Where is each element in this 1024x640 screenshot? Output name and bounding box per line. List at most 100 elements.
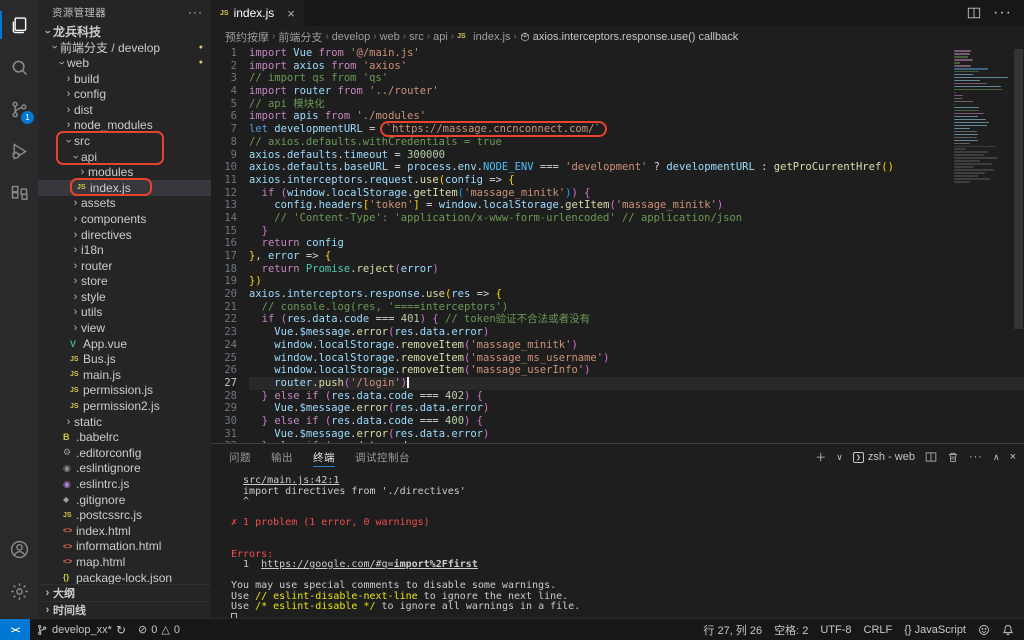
tree-item-.eslintignore[interactable]: ◉.eslintignore	[38, 461, 211, 477]
tree-item-龙兵科技[interactable]: ›龙兵科技	[38, 24, 211, 40]
split-editor-icon[interactable]	[967, 6, 981, 20]
tree-item-build[interactable]: ›build	[38, 71, 211, 87]
code-line-24[interactable]: window.localStorage.removeItem('massage_…	[249, 339, 1024, 352]
tree-item-index.html[interactable]: <>index.html	[38, 523, 211, 539]
code-line-26[interactable]: window.localStorage.removeItem('massage_…	[249, 364, 1024, 377]
problems-item[interactable]: ⊘ 0 △ 0	[132, 619, 186, 640]
tab-problems[interactable]: 问题	[229, 444, 251, 470]
code-line-11[interactable]: axios.interceptors.request.use(config =>…	[249, 174, 1024, 187]
tree-item-utils[interactable]: ›utils	[38, 305, 211, 321]
extensions-icon[interactable]	[0, 172, 38, 214]
tree-item-map.html[interactable]: <>map.html	[38, 554, 211, 570]
tree-item-node_modules[interactable]: ›node_modules	[38, 118, 211, 134]
tree-item-style[interactable]: ›style	[38, 289, 211, 305]
search-icon[interactable]	[0, 46, 38, 88]
minimap[interactable]	[954, 47, 1012, 184]
code-line-21[interactable]: // console.log(res, '====interceptors')	[249, 301, 1024, 314]
code-line-7[interactable]: let developmentURL = `https://massage.cn…	[249, 123, 1024, 136]
code-line-31[interactable]: Vue.$message.error(res.data.error)	[249, 428, 1024, 441]
account-icon[interactable]	[0, 528, 38, 570]
code-line-28[interactable]: } else if (res.data.code === 402) {	[249, 390, 1024, 403]
tree-item-assets[interactable]: ›assets	[38, 196, 211, 212]
tree-item-package-lock.json[interactable]: {}package-lock.json	[38, 570, 211, 584]
tab-index-js[interactable]: JS index.js ×	[211, 0, 304, 26]
code-line-22[interactable]: if (res.data.code === 401) { // token验证不…	[249, 313, 1024, 326]
code-line-12[interactable]: if (window.localStorage.getItem('massage…	[249, 187, 1024, 200]
kill-terminal-trash-icon[interactable]	[947, 451, 959, 463]
tree-item-api[interactable]: ›api	[38, 149, 211, 165]
more-actions-icon[interactable]: ···	[993, 4, 1012, 22]
code-line-6[interactable]: import apis from './modules'	[249, 110, 1024, 123]
tree-item-Bus.js[interactable]: JSBus.js	[38, 351, 211, 367]
code-line-8[interactable]: // axios.defaults.withCredentials = true	[249, 136, 1024, 149]
tree-item-web[interactable]: ›web●	[38, 55, 211, 71]
tab-output[interactable]: 输出	[271, 444, 293, 470]
tree-item-i18n[interactable]: ›i18n	[38, 242, 211, 258]
breadcrumb-item-3[interactable]: develop	[332, 31, 371, 43]
code-line-4[interactable]: import router from '../router'	[249, 85, 1024, 98]
editor-scrollbar[interactable]	[1012, 47, 1024, 443]
code-line-17[interactable]: }, error => {	[249, 250, 1024, 263]
panel-more-icon[interactable]: ···	[969, 451, 983, 463]
breadcrumb-item-8[interactable]: axios.interceptors.response.use() callba…	[520, 31, 738, 43]
tree-item-.editorconfig[interactable]: ⚙.editorconfig	[38, 445, 211, 461]
outline-section[interactable]: › 大纲	[38, 584, 211, 601]
code-line-23[interactable]: Vue.$message.error(res.data.error)	[249, 326, 1024, 339]
tree-item-components[interactable]: ›components	[38, 211, 211, 227]
tree-item-.postcssrc.js[interactable]: JS.postcssrc.js	[38, 507, 211, 523]
code-line-15[interactable]: }	[249, 225, 1024, 238]
settings-gear-icon[interactable]	[0, 570, 38, 612]
tab-terminal[interactable]: 终端	[313, 444, 335, 470]
tree-item-src[interactable]: ›src	[38, 133, 211, 149]
code-line-10[interactable]: axios.defaults.baseURL = process.env.NOD…	[249, 161, 1024, 174]
tree-item-.eslintrc.js[interactable]: ◉.eslintrc.js	[38, 476, 211, 492]
breadcrumb-item-2[interactable]: 前端分支	[278, 29, 322, 45]
run-debug-icon[interactable]	[0, 130, 38, 172]
breadcrumb-item-6[interactable]: api	[433, 31, 448, 43]
tree-item-.babelrc[interactable]: B.babelrc	[38, 429, 211, 445]
terminal-dropdown-icon[interactable]: ∨	[836, 452, 843, 463]
close-panel-icon[interactable]: ×	[1010, 451, 1016, 463]
remote-indicator[interactable]: ><	[0, 619, 30, 640]
code-line-29[interactable]: Vue.$message.error(res.data.error)	[249, 402, 1024, 415]
tree-item-前端分支 / develop[interactable]: ›前端分支 / develop●	[38, 40, 211, 56]
code-line-30[interactable]: } else if (res.data.code === 400) {	[249, 415, 1024, 428]
split-terminal-icon[interactable]	[925, 451, 937, 463]
tree-item-store[interactable]: ›store	[38, 274, 211, 290]
code-editor[interactable]: 1234567891011121314151617181920212223242…	[211, 47, 1024, 443]
tree-item-index.js[interactable]: JSindex.js	[38, 180, 211, 196]
code-line-32[interactable]: } else if (res.data.code	[249, 440, 1024, 443]
eol-setting[interactable]: CRLF	[858, 624, 899, 636]
git-branch-item[interactable]: develop_xx* ↻	[30, 619, 132, 640]
terminal-output[interactable]: src/main.js:42:1 import directives from …	[211, 470, 1024, 618]
code-line-9[interactable]: axios.defaults.timeout = 300000	[249, 149, 1024, 162]
code-line-14[interactable]: // 'Content-Type': 'application/x-www-fo…	[249, 212, 1024, 225]
breadcrumb-item-4[interactable]: web	[380, 31, 400, 43]
new-terminal-icon[interactable]: ＋	[815, 449, 826, 465]
maximize-panel-icon[interactable]: ∧	[993, 452, 1000, 463]
tree-item-information.html[interactable]: <>information.html	[38, 539, 211, 555]
tree-item-view[interactable]: ›view	[38, 320, 211, 336]
cursor-position[interactable]: 行 27, 列 26	[697, 622, 768, 638]
tree-item-permission2.js[interactable]: JSpermission2.js	[38, 398, 211, 414]
breadcrumb-item-7[interactable]: JSindex.js	[457, 31, 510, 43]
tab-debug-console[interactable]: 调试控制台	[355, 444, 410, 470]
code-line-25[interactable]: window.localStorage.removeItem('massage_…	[249, 352, 1024, 365]
code-line-18[interactable]: return Promise.reject(error)	[249, 263, 1024, 276]
tree-item-static[interactable]: ›static	[38, 414, 211, 430]
code-line-2[interactable]: import axios from 'axios'	[249, 60, 1024, 73]
tab-close-icon[interactable]: ×	[287, 6, 295, 21]
feedback-icon[interactable]	[972, 624, 996, 636]
scrollbar-handle[interactable]	[1014, 49, 1023, 329]
tree-item-router[interactable]: ›router	[38, 258, 211, 274]
code-line-16[interactable]: return config	[249, 237, 1024, 250]
tree-item-main.js[interactable]: JSmain.js	[38, 367, 211, 383]
terminal-selector[interactable]: ❯ zsh - web	[853, 451, 915, 463]
sidebar-more-actions-icon[interactable]: ···	[188, 5, 203, 19]
code-line-19[interactable]: })	[249, 275, 1024, 288]
breadcrumb-item-1[interactable]: 预约按摩	[225, 29, 269, 45]
breadcrumb-item-5[interactable]: src	[409, 31, 424, 43]
encoding-setting[interactable]: UTF-8	[814, 624, 857, 636]
language-mode[interactable]: {} JavaScript	[898, 624, 972, 636]
code-line-3[interactable]: // import qs from 'qs'	[249, 72, 1024, 85]
